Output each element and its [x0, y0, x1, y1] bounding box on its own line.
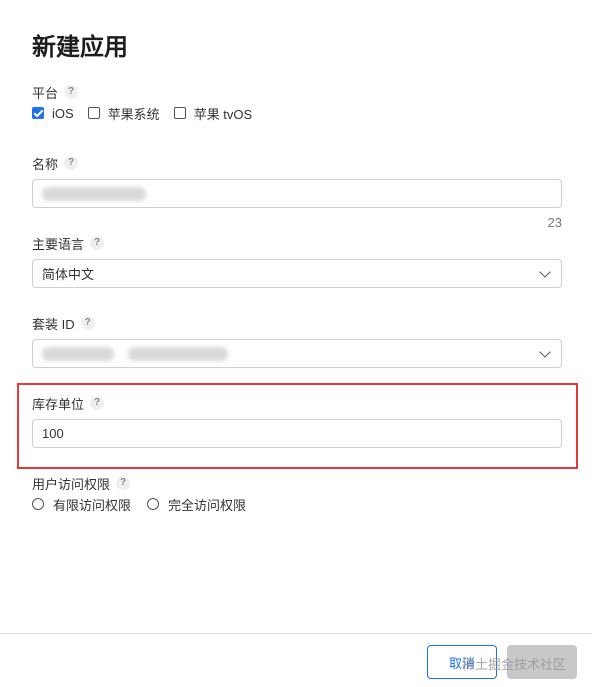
redacted-bundle-part-1 — [42, 346, 114, 361]
access-option-full[interactable]: 完全访问权限 — [147, 495, 246, 514]
macos-checkbox[interactable] — [87, 107, 100, 119]
ios-checkbox[interactable] — [32, 107, 44, 119]
bundle-id-select[interactable] — [32, 339, 562, 368]
language-selected-value: 简体中文 — [42, 267, 95, 282]
access-label-row: 用户访问权限 ? — [32, 474, 131, 492]
language-label-row: 主要语言 ? — [32, 234, 105, 252]
new-app-dialog: 新建应用 平台 ? iOS 苹果系统 苹果 tvOS 名称 ? 23 主要语言 … — [0, 0, 592, 687]
redacted-name-value — [42, 186, 146, 201]
platform-help-icon[interactable]: ? — [64, 85, 79, 99]
bundle-label: 套装 ID — [32, 316, 75, 332]
ios-label: iOS — [52, 105, 74, 121]
name-help-icon[interactable]: ? — [64, 156, 79, 170]
access-option-limited[interactable]: 有限访问权限 — [32, 495, 131, 514]
limited-access-label: 有限访问权限 — [53, 497, 132, 513]
tvos-label: 苹果 tvOS — [193, 106, 253, 122]
sku-help-icon[interactable]: ? — [90, 396, 105, 410]
footer-divider — [0, 633, 592, 634]
name-char-counter: 23 — [547, 215, 562, 230]
page-title: 新建应用 — [32, 34, 128, 61]
bundle-label-row: 套装 ID ? — [32, 314, 95, 332]
platform-option-macos[interactable]: 苹果系统 — [87, 104, 160, 123]
access-radio-group: 有限访问权限 完全访问权限 — [32, 495, 262, 514]
sku-label-row: 库存单位 ? — [32, 394, 105, 412]
platform-option-ios[interactable]: iOS — [32, 106, 74, 121]
platform-label: 平台 — [32, 85, 59, 101]
name-label-row: 名称 ? — [32, 154, 79, 172]
sku-input[interactable]: 100 — [32, 419, 562, 448]
watermark: 稀土掘金技术社区 — [462, 657, 567, 672]
chevron-down-icon — [539, 266, 551, 278]
limited-access-radio[interactable] — [32, 498, 44, 510]
tvos-checkbox[interactable] — [173, 107, 186, 119]
macos-label: 苹果系统 — [107, 106, 160, 122]
language-select[interactable]: 简体中文 — [32, 259, 562, 288]
platform-checkbox-group: iOS 苹果系统 苹果 tvOS — [32, 104, 266, 123]
language-label: 主要语言 — [32, 236, 85, 252]
full-access-radio[interactable] — [147, 498, 160, 510]
chevron-down-icon — [539, 346, 551, 358]
name-label: 名称 — [32, 156, 59, 172]
platform-label-row: 平台 ? — [32, 83, 79, 101]
platform-option-tvos[interactable]: 苹果 tvOS — [173, 104, 253, 123]
sku-label: 库存单位 — [32, 396, 85, 412]
access-label: 用户访问权限 — [32, 476, 111, 492]
name-input[interactable] — [32, 179, 562, 208]
sku-value: 100 — [42, 426, 64, 441]
full-access-label: 完全访问权限 — [168, 497, 247, 513]
redacted-bundle-part-2 — [128, 346, 228, 361]
bundle-help-icon[interactable]: ? — [80, 316, 95, 330]
access-help-icon[interactable]: ? — [116, 476, 131, 490]
language-help-icon[interactable]: ? — [90, 236, 105, 250]
